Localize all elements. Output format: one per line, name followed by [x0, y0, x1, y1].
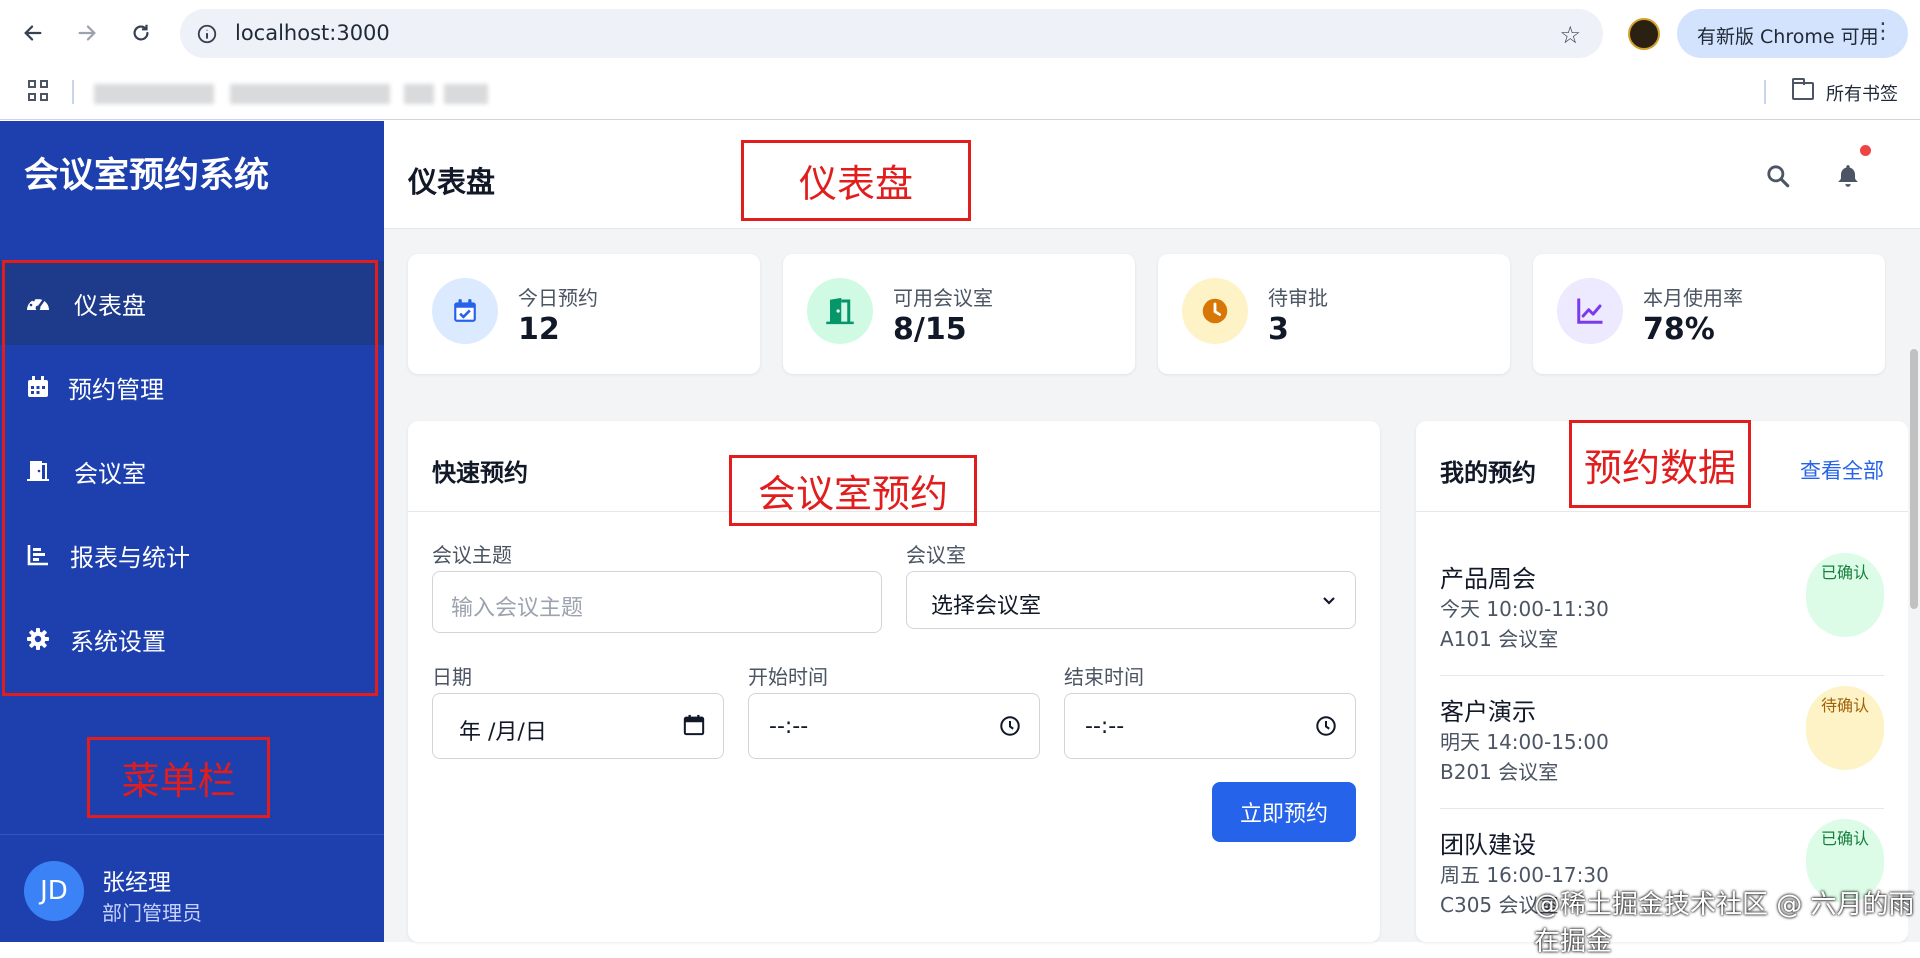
booking-title: 产品周会	[1440, 565, 1536, 593]
bookmarks-bar: 所有书签	[0, 66, 1920, 120]
user-role: 部门管理员	[102, 901, 202, 925]
main-content: 仪表盘 今日预约 12 可用会议室 8/15 待审批 3 本月使用率 78% 快…	[384, 121, 1920, 942]
topic-label: 会议主题	[432, 543, 512, 567]
annotation-menu-frame	[2, 260, 378, 696]
room-select[interactable]: 选择会议室	[906, 571, 1356, 629]
calendar-icon[interactable]	[683, 714, 705, 736]
end-time-label: 结束时间	[1064, 665, 1144, 689]
status-badge: 待确认	[1806, 686, 1884, 770]
bookmark-item[interactable]	[94, 84, 214, 104]
chrome-update-button[interactable]: 有新版 Chrome 可用 ⋮	[1677, 9, 1908, 58]
topic-placeholder: 输入会议主题	[451, 596, 584, 621]
arrow-right-icon	[78, 25, 96, 41]
list-item[interactable]: 产品周会 今天 10:00-11:30 A101 会议室 已确认	[1440, 543, 1884, 676]
view-all-link[interactable]: 查看全部	[1800, 455, 1884, 485]
arrow-left-icon	[24, 25, 42, 41]
clock-icon	[1182, 278, 1248, 344]
booking-room: B201 会议室	[1440, 760, 1559, 784]
notifications-button[interactable]	[1833, 161, 1863, 191]
annotation-dashboard: 仪表盘	[741, 140, 971, 221]
stat-card-today[interactable]: 今日预约 12	[408, 254, 760, 374]
line-chart-icon	[1557, 278, 1623, 344]
address-bar[interactable]: localhost:3000 ☆	[180, 9, 1603, 58]
watermark: @稀土掘金技术社区 @ 六月的雨在掘金	[1534, 890, 1915, 957]
url-text[interactable]: localhost:3000	[235, 21, 390, 45]
date-label: 日期	[432, 665, 472, 689]
stat-card-rooms[interactable]: 可用会议室 8/15	[783, 254, 1135, 374]
annotation-booking-data: 预约数据	[1569, 420, 1751, 508]
chevron-down-icon	[1323, 597, 1335, 605]
stat-value: 78%	[1643, 312, 1715, 347]
bell-icon	[1838, 165, 1858, 187]
booking-room: A101 会议室	[1440, 627, 1559, 651]
page-header: 仪表盘	[384, 121, 1920, 229]
app-brand: 会议室预约系统	[24, 156, 270, 196]
folder-icon[interactable]	[1792, 78, 1814, 100]
annotation-menu-bar: 菜单栏	[87, 737, 270, 818]
end-time-value: --:--	[1085, 714, 1125, 739]
booking-time: 今天 10:00-11:30	[1440, 597, 1609, 621]
start-time-label: 开始时间	[748, 665, 828, 689]
room-label: 会议室	[906, 543, 966, 567]
chrome-update-label: 有新版 Chrome 可用	[1697, 26, 1879, 48]
topic-input[interactable]: 输入会议主题	[432, 571, 882, 633]
quick-booking-title: 快速预约	[432, 459, 528, 487]
back-button[interactable]	[18, 18, 48, 48]
stat-value: 12	[518, 312, 560, 347]
bookmarks-divider	[72, 80, 74, 104]
bookmarks-divider	[1764, 80, 1766, 104]
stat-value: 8/15	[893, 312, 967, 347]
clock-icon[interactable]	[999, 715, 1021, 737]
room-select-value: 选择会议室	[931, 594, 1042, 619]
booking-title: 团队建设	[1440, 831, 1536, 859]
annotation-room-booking: 会议室预约	[729, 455, 977, 526]
date-input[interactable]: 年 /月/日	[432, 693, 724, 759]
more-vert-icon[interactable]: ⋮	[1872, 19, 1894, 44]
forward-button[interactable]	[72, 18, 102, 48]
browser-toolbar: localhost:3000 ☆ 有新版 Chrome 可用 ⋮	[0, 0, 1920, 66]
end-time-input[interactable]: --:--	[1064, 693, 1356, 759]
booking-time: 明天 14:00-15:00	[1440, 730, 1609, 754]
start-time-input[interactable]: --:--	[748, 693, 1040, 759]
bookmark-item[interactable]	[444, 84, 488, 104]
book-now-button[interactable]: 立即预约	[1212, 782, 1356, 842]
booking-title: 客户演示	[1440, 698, 1536, 726]
my-bookings-title: 我的预约	[1440, 459, 1536, 487]
scrollbar-thumb[interactable]	[1910, 349, 1918, 609]
calendar-check-icon	[432, 278, 498, 344]
bookmark-item[interactable]	[404, 84, 434, 104]
apps-grid-icon[interactable]	[28, 80, 50, 102]
info-icon[interactable]	[196, 23, 218, 45]
reload-button[interactable]	[126, 18, 156, 48]
page-title: 仪表盘	[408, 165, 496, 199]
avatar[interactable]: JD	[24, 861, 84, 921]
notification-badge	[1860, 145, 1871, 156]
divider	[1416, 511, 1908, 512]
start-time-value: --:--	[769, 714, 809, 739]
stat-label: 可用会议室	[893, 286, 993, 310]
star-icon[interactable]: ☆	[1559, 21, 1581, 49]
door-open-icon	[807, 278, 873, 344]
stat-card-pending[interactable]: 待审批 3	[1158, 254, 1510, 374]
user-name: 张经理	[102, 870, 171, 896]
stat-label: 本月使用率	[1643, 286, 1743, 310]
reload-icon	[133, 24, 149, 41]
date-value: 年 /月/日	[459, 720, 547, 745]
list-item[interactable]: 客户演示 明天 14:00-15:00 B201 会议室 待确认	[1440, 676, 1884, 809]
status-badge: 已确认	[1806, 553, 1884, 637]
scrollbar[interactable]	[1908, 229, 1920, 942]
stat-label: 今日预约	[518, 286, 598, 310]
stat-label: 待审批	[1268, 286, 1328, 310]
search-button[interactable]	[1763, 161, 1793, 191]
profile-avatar[interactable]	[1628, 18, 1660, 50]
stat-card-usage[interactable]: 本月使用率 78%	[1533, 254, 1885, 374]
all-bookmarks-link[interactable]: 所有书签	[1826, 80, 1898, 106]
divider	[0, 834, 384, 835]
search-icon	[1767, 165, 1790, 188]
bookmark-item[interactable]	[230, 84, 390, 104]
stat-value: 3	[1268, 312, 1289, 347]
clock-icon[interactable]	[1315, 715, 1337, 737]
